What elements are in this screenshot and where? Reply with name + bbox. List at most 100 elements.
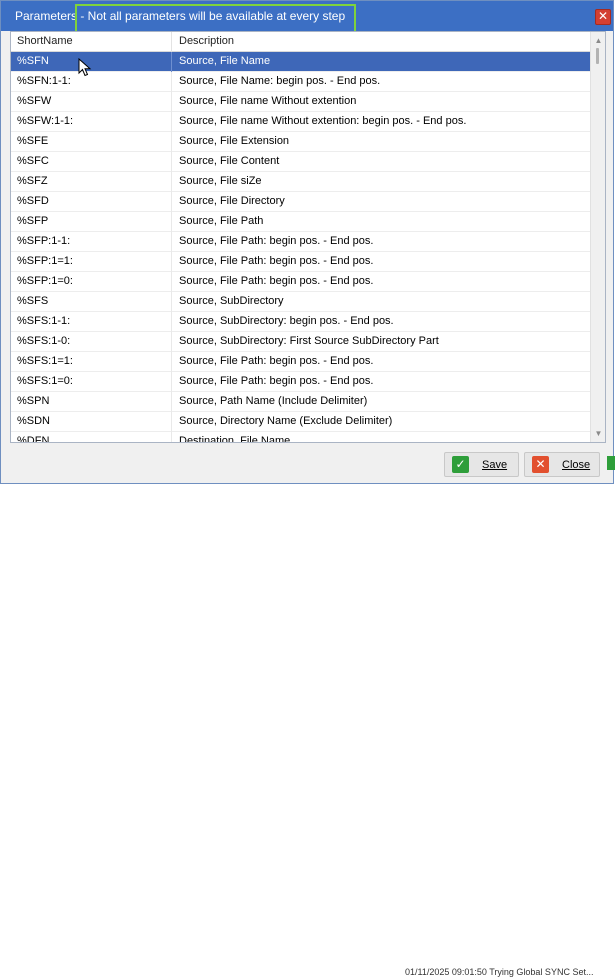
table-row[interactable]: %SFC Source, File Content [11,152,591,172]
row-description: Source, File Path: begin pos. - End pos. [179,375,374,387]
background-window-edge [607,456,615,470]
table-row[interactable]: %SFE Source, File Extension [11,132,591,152]
vertical-scrollbar[interactable]: ▲ ▼ [590,32,605,442]
table-row[interactable]: %SFS:1=1: Source, File Path: begin pos. -… [11,352,591,372]
row-divider [171,92,172,112]
row-divider [171,212,172,232]
row-description: Source, File Path: begin pos. - End pos. [179,355,374,367]
row-shortname: %SFS [17,295,49,307]
row-divider [171,72,172,92]
row-shortname: %SFN [17,55,49,67]
row-description: Source, File siZe [179,175,262,187]
row-description: Source, File name Without extention [179,95,357,107]
row-description: Source, File name Without extention: beg… [179,115,467,127]
background-log-text: 01/11/2025 09:01:50 Trying Global SYNC S… [405,967,594,977]
table-row[interactable]: %SFP Source, File Path [11,212,591,232]
row-shortname: %SFP:1-1: [17,235,71,247]
row-shortname: %SFC [17,155,49,167]
background-app-strip: 01/11/2025 09:01:50 Trying Global SYNC S… [200,484,615,977]
row-divider [171,412,172,432]
row-divider [171,432,172,442]
parameters-list[interactable]: ShortName Description %SFN Source, File N… [10,31,606,443]
row-divider [171,192,172,212]
row-shortname: %SFS:1-0: [17,335,71,347]
row-divider [171,252,172,272]
dialog-footer: ✓ Save ✕ Close [2,445,613,483]
row-description: Source, File Path: begin pos. - End pos. [179,235,374,247]
row-description: Source, File Path: begin pos. - End pos. [179,255,374,267]
row-description: Source, File Path: begin pos. - End pos. [179,275,374,287]
close-window-button[interactable]: ✕ [595,9,611,25]
row-description: Source, File Content [179,155,280,167]
row-description: Source, File Name: begin pos. - End pos. [179,75,381,87]
row-shortname: %SFZ [17,175,48,187]
parameters-dialog: Parameters - Not all parameters will be … [0,0,614,484]
table-row[interactable]: %SFP:1-1: Source, File Path: begin pos. -… [11,232,591,252]
row-shortname: %SPN [17,395,50,407]
table-row[interactable]: %SFW Source, File name Without extention [11,92,591,112]
row-divider [171,272,172,292]
close-button[interactable]: ✕ Close [524,452,600,477]
check-icon: ✓ [452,456,469,473]
close-button-label: Close [562,459,591,471]
row-shortname: %SFS:1=0: [17,375,73,387]
scroll-down-icon[interactable]: ▼ [594,429,603,438]
row-shortname: %SDN [17,415,51,427]
row-description: Source, Directory Name (Exclude Delimite… [179,415,393,427]
x-icon: ✕ [532,456,549,473]
table-row[interactable]: %SFS:1-0: Source, SubDirectory: First Sou… [11,332,591,352]
row-divider [171,392,172,412]
row-shortname: %SFE [17,135,49,147]
row-shortname: %SFP:1=1: [17,255,73,267]
row-shortname: %DFN [17,435,50,443]
table-row[interactable]: %SPN Source, Path Name (Include Delimiter… [11,392,591,412]
row-description: Destination, File Name [179,435,291,443]
row-divider [171,112,172,132]
scroll-up-icon[interactable]: ▲ [594,36,603,45]
table-row[interactable]: %SFS Source, SubDirectory [11,292,591,312]
row-description: Source, File Extension [179,135,290,147]
table-row[interactable]: %SFW:1-1: Source, File name Without exten… [11,112,591,132]
table-row[interactable]: %SDN Source, Directory Name (Exclude Deli… [11,412,591,432]
table-row[interactable]: %SFP:1=0: Source, File Path: begin pos. -… [11,272,591,292]
table-row[interactable]: %DFN Destination, File Name [11,432,591,443]
row-divider [171,152,172,172]
row-shortname: %SFP:1=0: [17,275,73,287]
scroll-thumb[interactable] [596,48,599,64]
table-row[interactable]: %SFS:1=0: Source, File Path: begin pos. -… [11,372,591,392]
row-shortname: %SFN:1-1: [17,75,71,87]
list-rows: %SFN Source, File Name %SFN:1-1: Source, Fi… [11,52,591,443]
table-row[interactable]: %SFD Source, File Directory [11,192,591,212]
row-description: Source, SubDirectory: First Source SubDi… [179,335,439,347]
row-shortname: %SFS:1-1: [17,315,71,327]
column-divider[interactable] [171,32,172,52]
list-header: ShortName Description [11,32,591,52]
row-description: Source, SubDirectory: begin pos. - End p… [179,315,394,327]
row-description: Source, SubDirectory [179,295,284,307]
column-header-shortname[interactable]: ShortName [17,35,73,47]
table-row[interactable]: %SFS:1-1: Source, SubDirectory: begin pos… [11,312,591,332]
row-divider [171,332,172,352]
row-description: Source, File Path [179,215,264,227]
save-button[interactable]: ✓ Save [444,452,519,477]
mouse-cursor-icon [78,58,92,77]
row-shortname: %SFW [17,95,52,107]
row-description: Source, File Directory [179,195,285,207]
row-divider [171,132,172,152]
row-divider [171,372,172,392]
row-shortname: %SFP [17,215,49,227]
table-row[interactable]: %SFP:1=1: Source, File Path: begin pos. -… [11,252,591,272]
table-row[interactable]: %SFN Source, File Name [11,52,591,72]
row-description: Source, Path Name (Include Delimiter) [179,395,368,407]
row-divider [171,52,172,72]
table-row[interactable]: %SFN:1-1: Source, File Name: begin pos. -… [11,72,591,92]
column-header-description[interactable]: Description [179,35,234,47]
row-divider [171,232,172,252]
row-divider [171,312,172,332]
row-divider [171,172,172,192]
row-shortname: %SFD [17,195,49,207]
table-row[interactable]: %SFZ Source, File siZe [11,172,591,192]
row-shortname: %SFW:1-1: [17,115,74,127]
save-button-label: Save [482,459,508,471]
row-description: Source, File Name [179,55,271,67]
